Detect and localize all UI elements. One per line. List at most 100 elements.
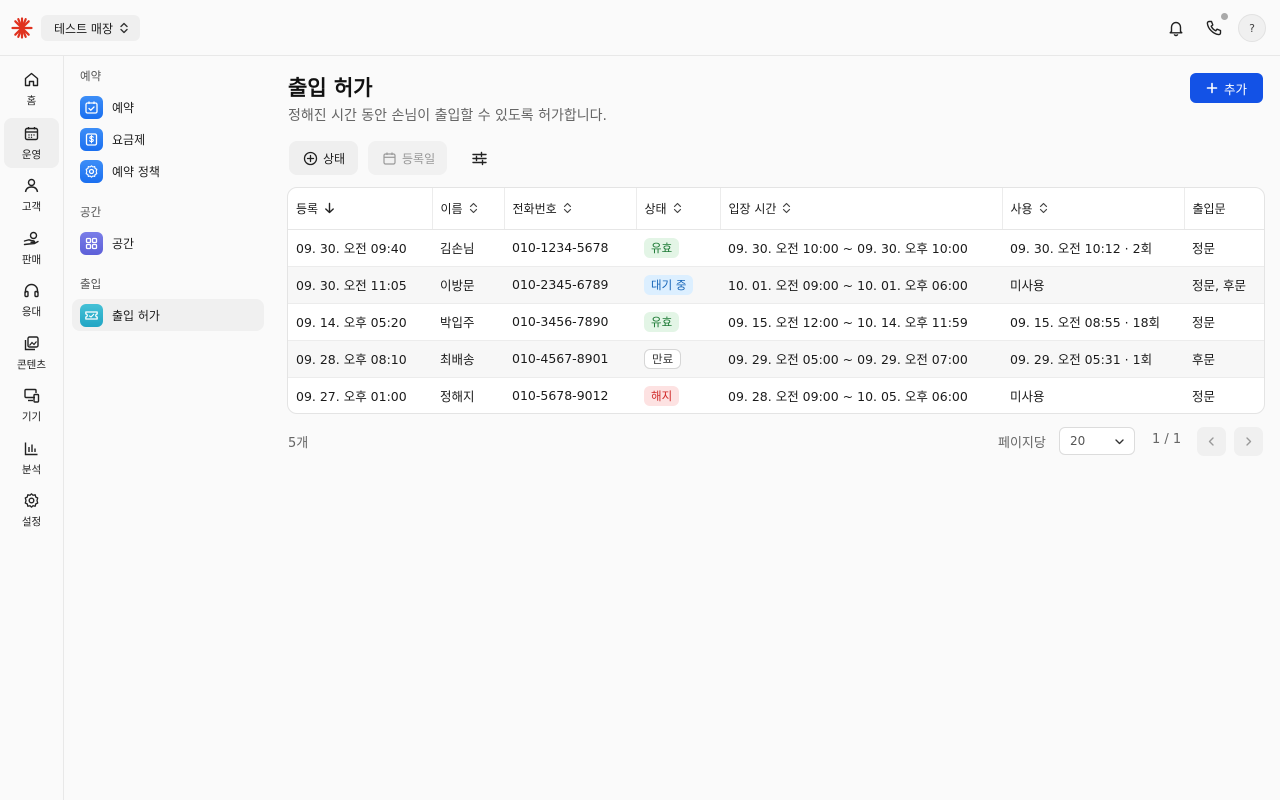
sales-icon [23,230,40,247]
add-button[interactable]: 추가 [1190,73,1263,103]
content-icon [23,335,40,352]
cell-status: 유효 [636,229,720,267]
status-badge: 유효 [644,311,680,332]
chevron-down-icon [1114,436,1125,447]
section-title-access: 출입 [80,277,102,291]
cell-name: 정해지 [440,389,475,405]
grid-icon [80,231,103,255]
cell-name: 최배송 [432,340,504,378]
rail-item-devices[interactable]: 기기 [4,380,59,430]
per-page-value: 20 [1070,434,1086,448]
sub-navigation: 예약 예약 요금제 예약 정책 공간 공간 출입 출입 허가 [64,56,272,800]
user-icon [23,177,40,194]
sort-icon [1039,202,1048,214]
rail-item-analytics[interactable]: 분석 [4,433,59,483]
sort-icon [563,202,572,214]
cell-phone: 010-1234-5678 [504,229,636,267]
add-button-label: 추가 [1223,81,1247,97]
subnav-item-pricing[interactable]: 요금제 [72,123,264,155]
top-bar: 테스트 매장 ? [0,0,1280,56]
notification-dot [1221,13,1228,20]
date-filter-chip[interactable]: 등록일 [368,141,447,175]
devices-icon [23,387,40,404]
status-badge: 해지 [644,385,680,406]
table-row[interactable]: 09. 28. 오후 08:10 최배송 010-4567-8901 만료 09… [288,340,1264,378]
calendar-check-icon [80,95,103,119]
rail-item-content[interactable]: 콘텐츠 [4,328,59,378]
subnav-item-access-permit[interactable]: 출입 허가 [72,299,264,331]
plus-icon [1206,82,1218,94]
col-header-name[interactable]: 이름 [431,188,504,230]
gear-icon [23,492,40,509]
cell-usage: 미사용 [1002,266,1184,304]
arrow-down-icon [324,202,335,214]
cell-door: 정문, 후문 [1184,266,1264,304]
store-selector[interactable]: 테스트 매장 [41,15,140,41]
table-row[interactable]: 09. 27. 오후 01:00 정해지 010-5678-9012 해지 09… [288,377,1264,413]
rail-item-customers[interactable]: 고객 [4,170,59,220]
col-header-status[interactable]: 상태 [635,188,720,230]
sort-icon [469,202,478,214]
cell-name: 이방문 [432,266,504,304]
chevron-left-icon [1206,436,1217,447]
cell-registered: 09. 28. 오후 08:10 [288,340,432,378]
phone-icon[interactable] [1200,13,1228,42]
rail-item-operations[interactable]: 운영 [4,118,59,168]
subnav-item-space[interactable]: 공간 [72,227,264,259]
per-page-select[interactable]: 20 [1059,427,1135,455]
cell-usage: 미사용 [1010,389,1045,405]
cell-usage: 09. 15. 오전 08:55 · 18회 [1002,303,1184,341]
help-button[interactable]: ? [1238,14,1266,42]
col-header-phone[interactable]: 전화번호 [503,188,636,230]
main-nav-rail: 홈 운영 고객 판매 응대 콘텐츠 기기 분석 설정 [0,56,64,800]
next-page-button[interactable] [1234,427,1263,456]
section-title-space: 공간 [80,205,102,219]
col-header-door: 출입문 [1183,188,1264,230]
logo-icon[interactable] [11,17,33,39]
cell-registered: 09. 27. 오후 01:00 [296,389,407,405]
rail-item-settings[interactable]: 설정 [4,485,59,535]
status-badge: 유효 [644,237,680,258]
status-badge: 만료 [644,348,682,369]
col-header-entry-time[interactable]: 입장 시간 [719,188,1002,230]
cell-registered: 09. 30. 오전 09:40 [288,229,432,267]
chevron-updown-icon [119,22,129,34]
rail-item-home[interactable]: 홈 [4,64,59,114]
table-header-row: 등록 이름 전화번호 상태 입장 시간 사용 출입문 [288,188,1264,230]
cell-registered: 09. 30. 오전 11:05 [288,266,432,304]
cell-name: 김손님 [432,229,504,267]
cell-entry-time: 09. 15. 오전 12:00 ~ 10. 14. 오후 11:59 [720,303,1002,341]
date-filter-label: 등록일 [402,151,436,166]
cell-status: 만료 [636,340,720,378]
status-filter-chip[interactable]: 상태 [289,141,358,175]
rail-item-support[interactable]: 응대 [4,275,59,325]
per-page-label: 페이지당 [998,436,1046,451]
subnav-item-reservation-policy[interactable]: 예약 정책 [72,155,264,187]
bell-icon[interactable] [1162,14,1190,42]
col-header-usage[interactable]: 사용 [1001,188,1184,230]
sliders-icon[interactable] [466,145,492,171]
store-name: 테스트 매장 [54,21,114,36]
prev-page-button[interactable] [1197,427,1226,456]
table-row[interactable]: 09. 30. 오전 11:05 이방문 010-2345-6789 대기 중 … [288,266,1264,304]
table-row[interactable]: 09. 14. 오후 05:20 박입주 010-3456-7890 유효 09… [288,303,1264,341]
cell-name: 박입주 [432,303,504,341]
col-header-registered[interactable]: 등록 [288,188,432,230]
sort-icon [782,202,791,214]
table-row[interactable]: 09. 30. 오전 09:40 김손님 010-1234-5678 유효 09… [288,229,1264,267]
access-permit-table: 등록 이름 전화번호 상태 입장 시간 사용 출입문 09. 30. 오전 09… [287,187,1265,414]
rail-item-sales[interactable]: 판매 [4,223,59,273]
cell-status: 대기 중 [636,266,720,304]
cell-entry-time: 09. 30. 오전 10:00 ~ 09. 30. 오후 10:00 [720,229,1002,267]
page-title: 출입 허가 [288,76,373,100]
cell-entry-time: 09. 28. 오전 09:00 ~ 10. 05. 오후 06:00 [728,389,968,405]
status-badge: 대기 중 [644,274,694,295]
subnav-item-reservation[interactable]: 예약 [72,91,264,123]
home-icon [23,71,40,88]
cell-phone: 010-4567-8901 [504,340,636,378]
cell-door: 정문 [1184,303,1264,341]
pricing-icon [80,127,103,151]
page-indicator: 1 / 1 [1152,432,1182,447]
cell-entry-time: 09. 29. 오전 05:00 ~ 09. 29. 오전 07:00 [720,340,1002,378]
cell-door: 후문 [1184,340,1264,378]
